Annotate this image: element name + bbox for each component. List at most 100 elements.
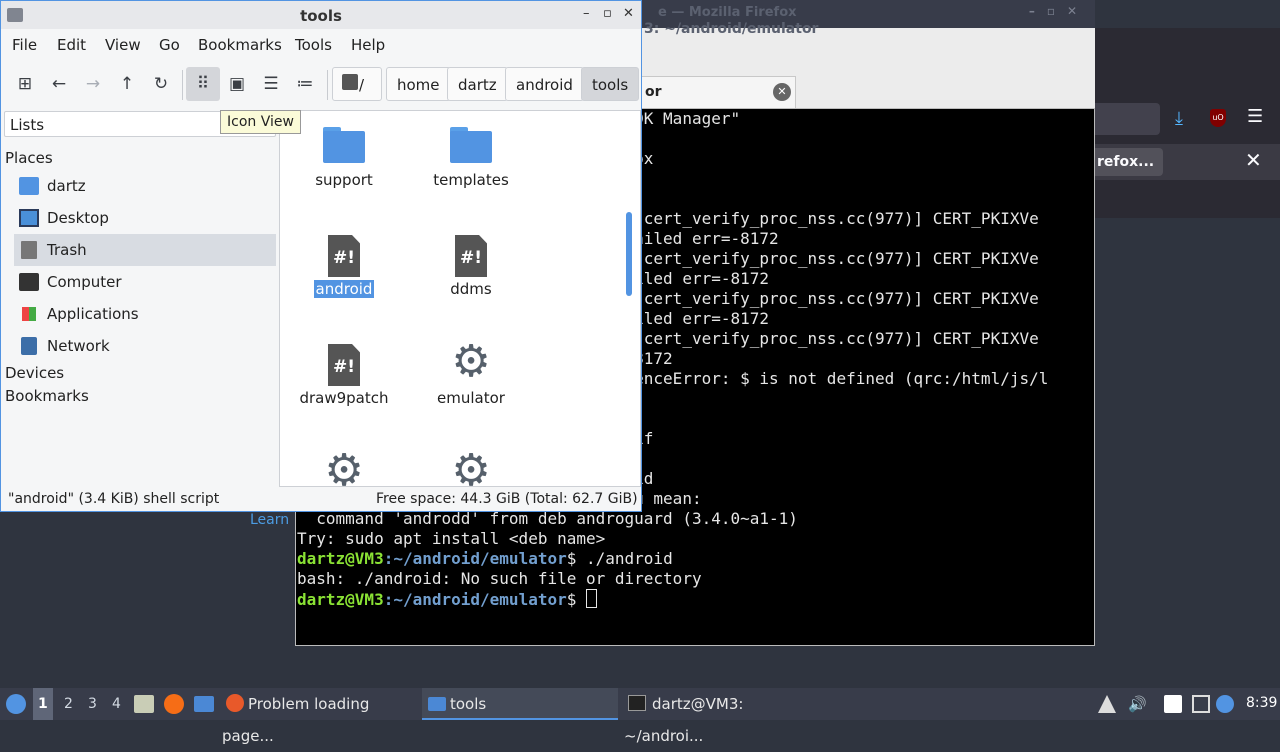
task-firefox[interactable]: Problem loading page...: [222, 688, 416, 745]
breadcrumb-label: android: [516, 76, 573, 94]
detailed-list-view-icon[interactable]: ≔: [288, 67, 322, 101]
menu-file[interactable]: File: [12, 36, 37, 54]
ublock-icon[interactable]: uO: [1210, 109, 1226, 127]
status-free-space: Free space: 44.3 GiB (Total: 62.7 GiB): [376, 491, 638, 507]
script-file-icon: #!: [328, 344, 360, 386]
workspace-1[interactable]: 1: [33, 688, 53, 720]
task-label: Problem loading page...: [222, 695, 370, 745]
breadcrumb-dartz[interactable]: dartz: [447, 67, 508, 101]
task-label: tools: [450, 695, 487, 713]
clipboard-icon[interactable]: [1164, 695, 1182, 713]
breadcrumb-home[interactable]: home: [386, 67, 451, 101]
home-folder-icon: [19, 177, 39, 195]
taskbar: 1 2 3 4 Problem loading page... tools da…: [0, 688, 1280, 745]
hamburger-menu-icon[interactable]: ☰: [1247, 106, 1263, 127]
sidebar-item-label: Trash: [47, 241, 87, 259]
sidebar-item-label: Computer: [47, 273, 122, 291]
tooltip: Icon View: [220, 110, 301, 134]
new-tab-icon[interactable]: ⊞: [8, 67, 42, 101]
back-icon[interactable]: ←: [42, 67, 76, 101]
download-icon[interactable]: ⤓: [1175, 108, 1183, 129]
workspace-4[interactable]: 4: [112, 696, 121, 712]
terminal-icon: [628, 695, 646, 711]
workspace-2[interactable]: 2: [64, 696, 73, 712]
devices-heading[interactable]: Devices: [5, 364, 64, 382]
menu-edit[interactable]: Edit: [57, 36, 86, 54]
folder-launcher-icon[interactable]: [194, 696, 214, 712]
places-heading[interactable]: Places: [5, 149, 53, 167]
script-file-icon: #!: [455, 235, 487, 277]
sidebar-item-network[interactable]: Network: [14, 330, 276, 362]
toolbar: ⊞ ← → ↑ ↻ ⠿ ▣ ☰ ≔ / home dartz android t…: [0, 64, 640, 106]
firefox-tab[interactable]: or ✕: [640, 76, 796, 108]
file-item-partial[interactable]: ⚙: [411, 449, 531, 487]
menu-view[interactable]: View: [105, 36, 141, 54]
file-item-templates[interactable]: templates: [411, 127, 531, 189]
menu-bookmarks[interactable]: Bookmarks: [198, 36, 282, 54]
menu-go[interactable]: Go: [159, 36, 180, 54]
prompt-user: dartz@VM3: [297, 549, 384, 568]
breadcrumb-label: dartz: [458, 76, 497, 94]
thumbnail-view-icon[interactable]: ▣: [220, 67, 254, 101]
search-icon[interactable]: [342, 74, 358, 90]
file-manager-launcher-icon[interactable]: [134, 695, 154, 713]
minimize-icon[interactable]: –: [583, 6, 590, 21]
notification-button[interactable]: refox...: [1095, 148, 1163, 176]
file-name: emulator: [437, 389, 505, 407]
network-icon: [21, 337, 37, 355]
file-name: android: [313, 280, 375, 298]
status-selection: "android" (3.4 KiB) shell script: [8, 491, 220, 507]
file-item-draw9patch[interactable]: #! draw9patch: [284, 344, 404, 407]
prompt-symbol: $: [566, 590, 586, 609]
file-item-emulator[interactable]: ⚙ emulator: [411, 340, 531, 408]
file-item-android[interactable]: #! android: [284, 235, 404, 298]
maximize-icon[interactable]: ▫: [603, 6, 612, 21]
workspace-3[interactable]: 3: [88, 696, 97, 712]
learn-link[interactable]: Learn: [250, 512, 289, 528]
clock: 8:39: [1246, 695, 1278, 711]
breadcrumb-tools[interactable]: tools: [581, 67, 640, 101]
start-menu-icon[interactable]: [6, 694, 26, 714]
terminal-title: 3: ~/android/emulator: [644, 21, 819, 37]
url-bar[interactable]: [1095, 103, 1160, 135]
display-icon[interactable]: [1192, 695, 1210, 713]
file-name: ddms: [450, 280, 492, 298]
sidebar-item-computer[interactable]: Computer: [14, 266, 276, 298]
menu-tools[interactable]: Tools: [295, 36, 332, 54]
file-item-partial[interactable]: ⚙: [284, 445, 404, 487]
sidebar-item-desktop[interactable]: Desktop: [14, 202, 276, 234]
file-view[interactable]: support templates #! android #! ddms #! …: [279, 110, 641, 487]
reload-icon[interactable]: ↻: [144, 67, 178, 101]
file-item-ddms[interactable]: #! ddms: [411, 235, 531, 298]
scrollbar[interactable]: [626, 212, 632, 296]
compact-view-icon[interactable]: ☰: [254, 67, 288, 101]
up-icon[interactable]: ↑: [110, 67, 144, 101]
window-title: tools: [300, 7, 342, 25]
icon-view-icon[interactable]: ⠿: [186, 67, 220, 101]
tab-close-icon[interactable]: ✕: [773, 83, 791, 101]
update-notifier-icon[interactable]: [1216, 695, 1234, 713]
task-terminal[interactable]: dartz@VM3: ~/androi...: [624, 688, 824, 745]
prompt-symbol: $: [566, 549, 586, 568]
volume-icon[interactable]: 🔊: [1128, 695, 1147, 713]
sidebar-item-trash[interactable]: Trash: [14, 234, 276, 266]
firefox-icon: [226, 694, 244, 712]
computer-icon: [19, 273, 39, 291]
forward-icon[interactable]: →: [76, 67, 110, 101]
gear-icon: ⚙: [324, 445, 364, 487]
breadcrumb-android[interactable]: android: [505, 67, 584, 101]
close-icon[interactable]: ✕: [1245, 148, 1262, 172]
sidebar-item-label: Network: [47, 337, 110, 355]
folder-icon: [323, 127, 365, 163]
bookmarks-heading[interactable]: Bookmarks: [5, 387, 89, 405]
task-tools[interactable]: tools: [422, 688, 618, 720]
menu-help[interactable]: Help: [351, 36, 385, 54]
file-item-support[interactable]: support: [284, 127, 404, 189]
firefox-window-controls[interactable]: –▫✕: [1029, 4, 1089, 18]
close-icon[interactable]: ✕: [623, 6, 634, 21]
firefox-launcher-icon[interactable]: [164, 694, 184, 714]
sidebar-item-applications[interactable]: Applications: [14, 298, 276, 330]
sidebar-item-dartz[interactable]: dartz: [14, 170, 276, 202]
prompt-user: dartz@VM3: [297, 590, 384, 609]
eject-icon[interactable]: [1098, 695, 1116, 713]
